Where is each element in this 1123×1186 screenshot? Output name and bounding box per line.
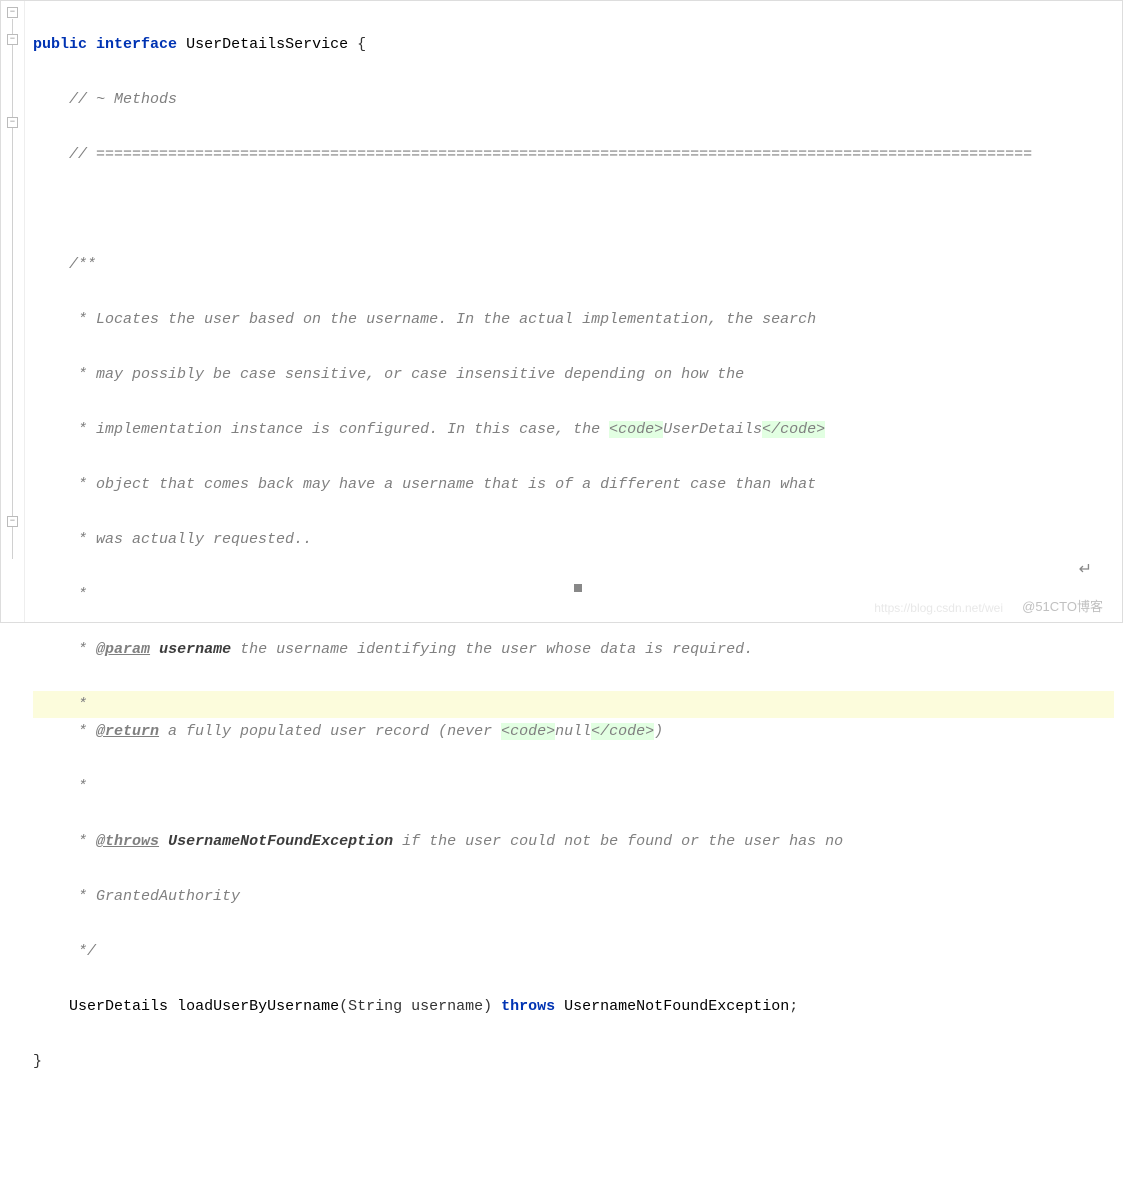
code-line: * GrantedAuthority [33, 883, 1114, 911]
code-line: * object that comes back may have a user… [33, 471, 1114, 499]
fold-line [12, 19, 13, 559]
javadoc-star: * [69, 586, 87, 603]
fold-marker-end[interactable]: − [7, 516, 18, 527]
code-tag-open: <code> [501, 723, 555, 740]
javadoc-line: * Locates the user based on the username… [69, 311, 816, 328]
keyword-interface: interface [96, 36, 177, 53]
javadoc-return-line: * @return a fully populated user record … [69, 723, 663, 740]
code-line: * [33, 773, 1114, 801]
code-tag-open: <code> [609, 421, 663, 438]
code-area[interactable]: public interface UserDetailsService { //… [25, 1, 1122, 622]
watermark-text: @51CTO博客 [1022, 596, 1103, 615]
javadoc-line: * may possibly be case sensitive, or cas… [69, 366, 744, 383]
code-line: /** [33, 251, 1114, 279]
code-line: public interface UserDetailsService { [33, 31, 1114, 59]
method-params: (String username) [339, 998, 492, 1015]
param-name: username [159, 641, 231, 658]
code-line [33, 196, 1114, 224]
resize-handle[interactable] [574, 584, 582, 592]
javadoc-line: * object that comes back may have a user… [69, 476, 816, 493]
brace-close: } [33, 1053, 42, 1070]
code-line: * @throws UsernameNotFoundException if t… [33, 828, 1114, 856]
return-tag: @return [96, 723, 159, 740]
code-line: * @return a fully populated user record … [33, 718, 1114, 746]
javadoc-star: * [69, 696, 87, 713]
javadoc-param-line: * @param username the username identifyi… [69, 641, 753, 658]
fold-marker-javadoc[interactable]: − [7, 117, 18, 128]
exception-type: UsernameNotFoundException [564, 998, 789, 1015]
return-type: UserDetails [69, 998, 168, 1015]
fold-marker-comment[interactable]: − [7, 34, 18, 45]
cursor-indicator: ↵ [1079, 557, 1092, 585]
throws-name: UsernameNotFoundException [168, 833, 393, 850]
keyword-public: public [33, 36, 87, 53]
throws-tag: @throws [96, 833, 159, 850]
javadoc-line: * implementation instance is configured.… [69, 421, 825, 438]
code-line: */ [33, 938, 1114, 966]
javadoc-open: /** [69, 256, 96, 273]
javadoc-throws-line: * @throws UsernameNotFoundException if t… [69, 833, 843, 850]
code-tag-close: </code> [591, 723, 654, 740]
highlighted-line: * [33, 691, 1114, 719]
code-line: } [33, 1048, 1114, 1076]
code-line: * may possibly be case sensitive, or cas… [33, 361, 1114, 389]
code-line: * @param username the username identifyi… [33, 636, 1114, 664]
javadoc-line: * GrantedAuthority [69, 888, 240, 905]
code-line: // =====================================… [33, 141, 1114, 169]
code-line: // ~ Methods [33, 86, 1114, 114]
method-name: loadUserByUsername [177, 998, 339, 1015]
param-tag: @param [96, 641, 150, 658]
code-line: * Locates the user based on the username… [33, 306, 1114, 334]
code-line: UserDetails loadUserByUsername(String us… [33, 993, 1114, 1021]
javadoc-close: */ [69, 943, 96, 960]
code-line: * implementation instance is configured.… [33, 416, 1114, 444]
watermark-faint: https://blog.csdn.net/wei [874, 601, 1003, 615]
javadoc-star: * [69, 778, 87, 795]
editor-gutter: − − − − [1, 1, 25, 622]
code-tag-close: </code> [762, 421, 825, 438]
fold-marker-interface[interactable]: − [7, 7, 18, 18]
code-line: * was actually requested.. [33, 526, 1114, 554]
comment-divider: // =====================================… [69, 146, 1032, 163]
javadoc-line: * was actually requested.. [69, 531, 312, 548]
interface-name: UserDetailsService [186, 36, 348, 53]
comment-methods: // ~ Methods [69, 91, 177, 108]
code-editor: − − − − public interface UserDetailsServ… [0, 0, 1123, 623]
keyword-throws: throws [501, 998, 555, 1015]
